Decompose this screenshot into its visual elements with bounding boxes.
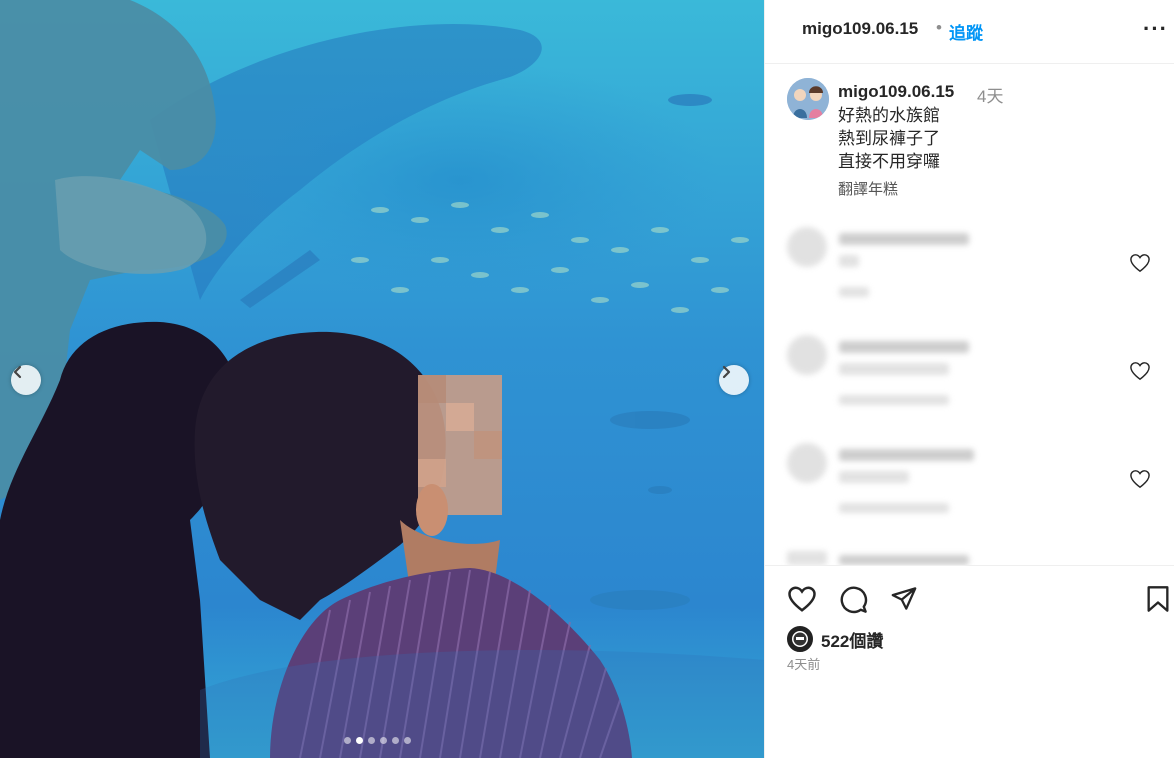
carousel-dot bbox=[368, 737, 375, 744]
blurred-text bbox=[839, 395, 949, 405]
caption-username[interactable]: migo109.06.15 bbox=[838, 82, 954, 102]
carousel-dot bbox=[392, 737, 399, 744]
blurred-avatar bbox=[787, 227, 827, 267]
liker-avatar-image bbox=[792, 631, 808, 647]
carousel-dot bbox=[404, 737, 411, 744]
blurred-text bbox=[839, 555, 969, 565]
post-header: migo109.06.15 • 追蹤 ··· bbox=[765, 0, 1174, 64]
caption-text: 好熱的水族館 熱到尿褲子了 直接不用穿囉 bbox=[838, 104, 940, 173]
likes-summary[interactable]: 522個讚 bbox=[787, 626, 883, 652]
caption-line: 熱到尿褲子了 bbox=[838, 129, 940, 148]
comment-item bbox=[787, 333, 1167, 423]
post-actions: 522個讚 4天前 bbox=[765, 565, 1174, 759]
translate-link[interactable]: 翻譯年糕 bbox=[838, 178, 898, 199]
header-separator: • bbox=[936, 18, 942, 37]
liker-avatar bbox=[787, 626, 813, 652]
likes-count[interactable]: 522個讚 bbox=[821, 627, 883, 652]
blurred-avatar bbox=[787, 335, 827, 375]
like-heart-icon[interactable] bbox=[787, 585, 817, 613]
more-options-button[interactable]: ··· bbox=[1143, 16, 1168, 42]
carousel-dot bbox=[380, 737, 387, 744]
next-photo-button[interactable] bbox=[719, 365, 749, 395]
chevron-left-icon bbox=[13, 365, 22, 379]
post-photo bbox=[0, 0, 764, 758]
carousel-dot-active bbox=[356, 737, 363, 744]
share-send-icon[interactable] bbox=[890, 585, 918, 612]
comment-item bbox=[787, 225, 1167, 315]
blurred-avatar bbox=[787, 443, 827, 483]
blurred-text bbox=[839, 503, 949, 513]
caption-time: 4天 bbox=[977, 87, 1004, 106]
like-comment-heart-icon[interactable] bbox=[1129, 469, 1151, 489]
comment-bubble-icon[interactable] bbox=[839, 585, 868, 614]
avatar-image bbox=[787, 78, 829, 120]
aquarium-photo-illustration bbox=[0, 0, 764, 758]
avatar[interactable] bbox=[787, 78, 829, 120]
blurred-text bbox=[839, 363, 949, 375]
comment-item bbox=[787, 545, 1167, 565]
like-comment-heart-icon[interactable] bbox=[1129, 361, 1151, 381]
blurred-text bbox=[839, 341, 969, 353]
like-comment-heart-icon[interactable] bbox=[1129, 253, 1151, 273]
chevron-right-icon bbox=[722, 365, 731, 379]
carousel-dot bbox=[344, 737, 351, 744]
blurred-text bbox=[839, 449, 974, 461]
comment-item bbox=[787, 441, 1167, 531]
blurred-text bbox=[839, 471, 909, 483]
bookmark-save-icon[interactable] bbox=[1146, 585, 1170, 613]
caption-line: 直接不用穿囉 bbox=[838, 152, 940, 171]
header-username[interactable]: migo109.06.15 bbox=[802, 19, 918, 39]
carousel-indicator bbox=[344, 737, 411, 744]
caption-line: 好熱的水族館 bbox=[838, 106, 940, 125]
follow-button[interactable]: 追蹤 bbox=[949, 19, 983, 44]
blurred-avatar bbox=[787, 551, 827, 565]
blurred-text bbox=[839, 287, 869, 297]
post-side-panel: migo109.06.15 • 追蹤 ··· migo109.06.15 4天 … bbox=[764, 0, 1174, 759]
previous-photo-button[interactable] bbox=[11, 365, 41, 395]
posted-time: 4天前 bbox=[787, 657, 821, 672]
blurred-text bbox=[839, 255, 859, 267]
blurred-text bbox=[839, 233, 969, 245]
